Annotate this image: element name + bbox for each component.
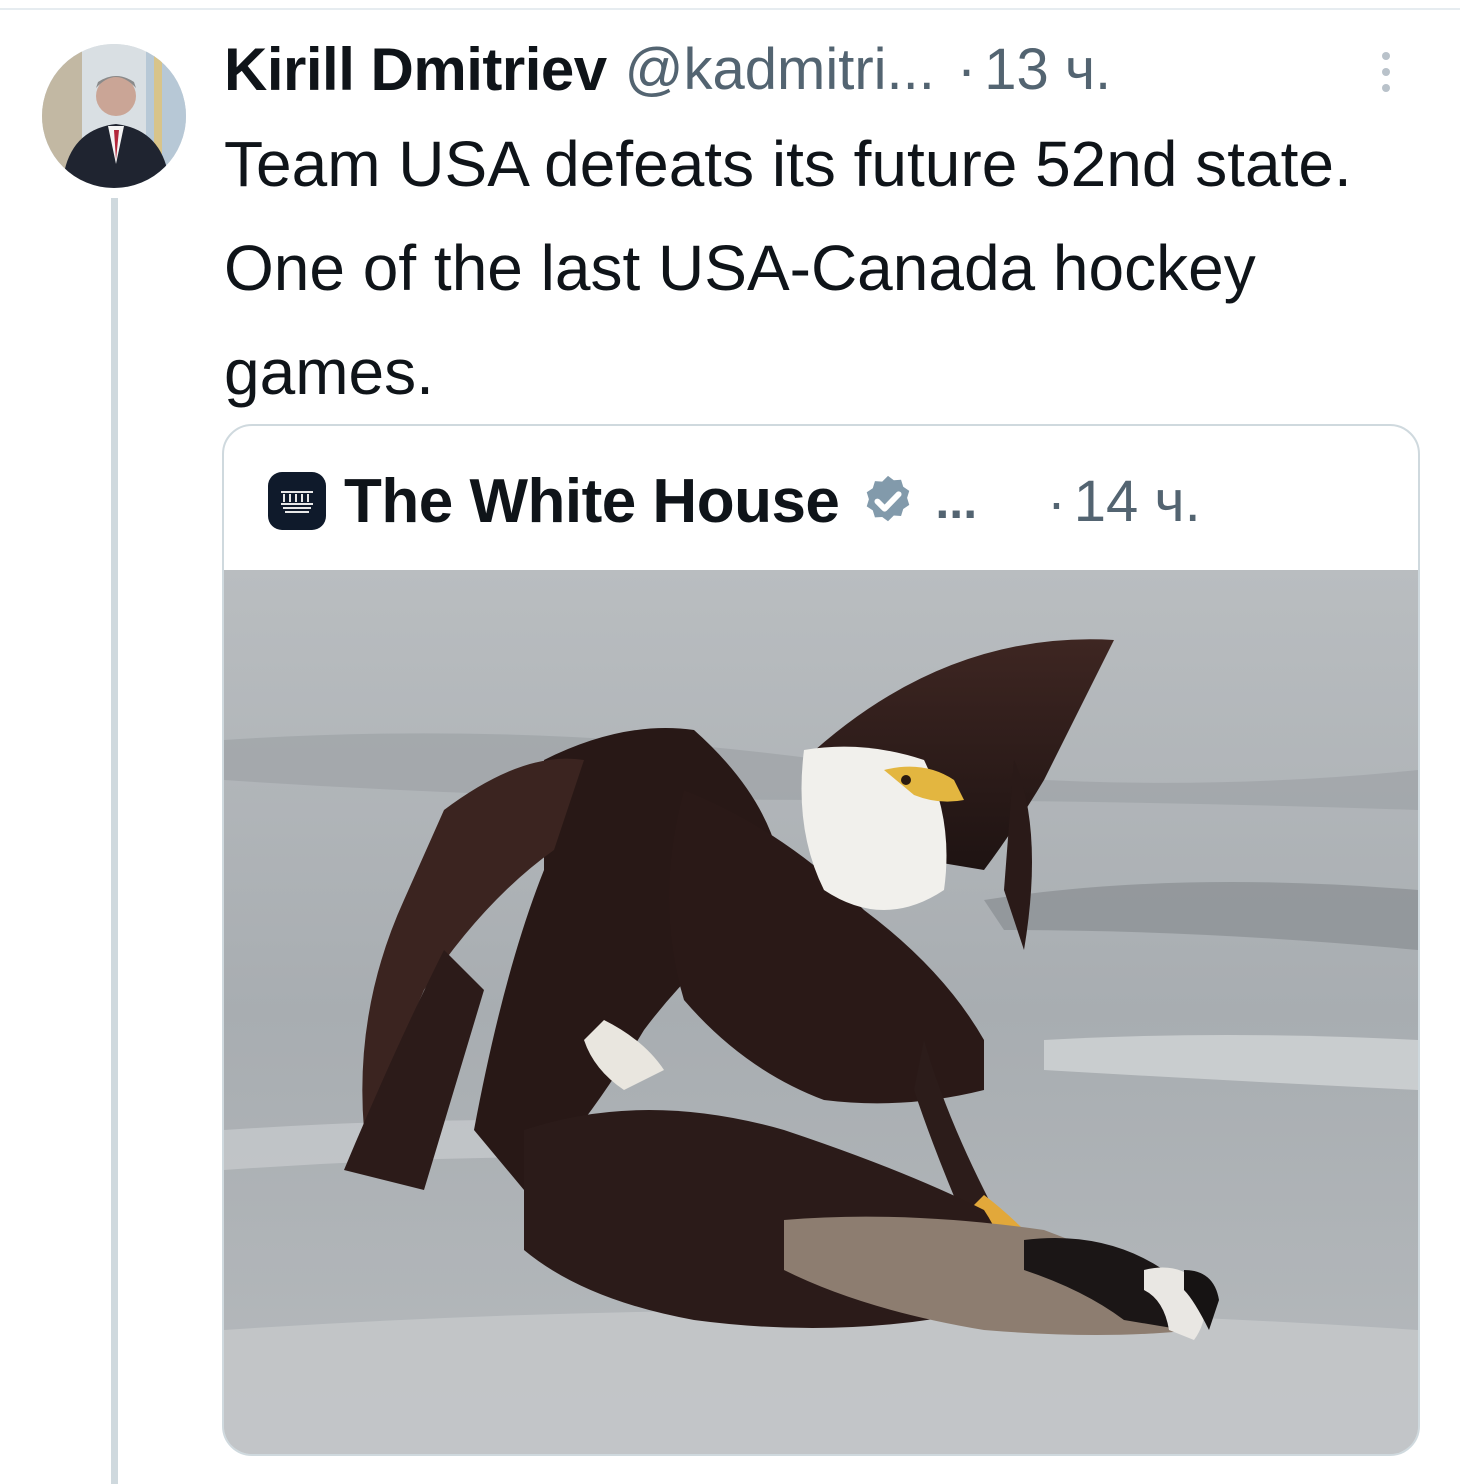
white-house-logo-mark — [281, 491, 313, 513]
more-vertical-icon[interactable] — [1378, 52, 1394, 100]
top-divider — [0, 8, 1460, 10]
tweet-header: Kirill Dmitriev @kadmitri... · 13 ч. — [224, 34, 1424, 104]
time-separator: · — [956, 36, 977, 102]
quoted-author-truncation: ... — [935, 473, 978, 529]
verified-badge-icon — [867, 475, 910, 522]
post-time[interactable]: 13 ч. — [984, 36, 1111, 103]
author-handle[interactable]: @kadmitri... — [625, 36, 935, 103]
quoted-post-time[interactable]: 14 ч. — [1074, 468, 1201, 535]
white-house-logo[interactable] — [268, 472, 326, 530]
thread-line — [111, 198, 118, 1484]
author-name[interactable]: Kirill Dmitriev — [224, 35, 607, 104]
tweet-text: Team USA defeats its future 52nd state. … — [224, 128, 1352, 408]
author-avatar-image — [42, 44, 186, 188]
quoted-tweet-header: The White House ... · 14 ч. — [268, 466, 1388, 536]
quoted-media-photo[interactable] — [224, 570, 1418, 1454]
quoted-time-separator: · — [1047, 469, 1066, 533]
author-avatar[interactable] — [42, 44, 186, 188]
quoted-tweet-card[interactable]: The White House ... · 14 ч. — [222, 424, 1420, 1456]
quoted-author-name[interactable]: The White House — [344, 466, 840, 537]
